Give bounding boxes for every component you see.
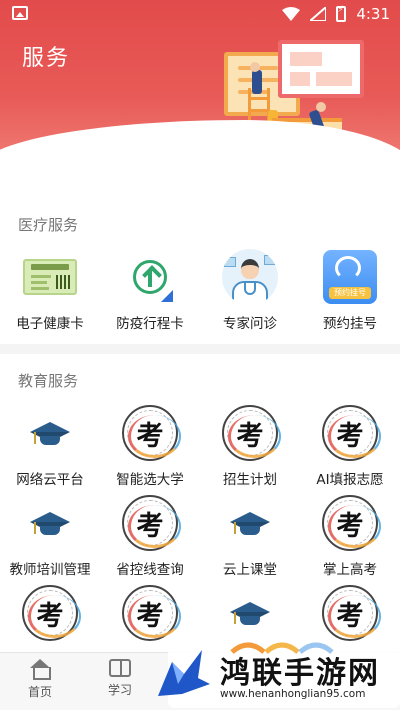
section-title-education: 教育服务 — [18, 372, 79, 390]
service-label: 防疫行程卡 — [116, 316, 184, 332]
service-mobile-gaokao[interactable]: 考 掌上高考 — [300, 494, 400, 578]
trip-card-icon — [121, 248, 179, 306]
nav-label: 学习 — [107, 683, 132, 697]
kao-seal-icon: 考 — [321, 404, 381, 462]
service-label: 省控线查询 — [116, 562, 184, 578]
kao-glyph: 考 — [136, 510, 164, 542]
doctor-consult-icon — [221, 248, 279, 306]
home-icon — [29, 659, 51, 680]
kao-seal-icon: 考 — [321, 494, 381, 552]
service-appointment[interactable]: 预约挂号 预约挂号 — [300, 248, 400, 332]
kao-glyph: 考 — [136, 420, 164, 452]
kao-seal-icon: 考 — [121, 494, 181, 552]
service-label: 云上课堂 — [223, 562, 277, 578]
page-title: 服务 — [22, 46, 71, 71]
service-label: 招生计划 — [223, 472, 277, 488]
kao-seal-icon: 考 — [221, 404, 281, 462]
section-title-medical: 医疗服务 — [18, 216, 79, 234]
kao-glyph: 考 — [136, 600, 164, 632]
status-bar: 4:31 — [0, 0, 400, 28]
service-ai-application[interactable]: 考 AI填报志愿 — [300, 404, 400, 488]
battery-icon — [336, 5, 347, 22]
appointment-icon: 预约挂号 — [321, 248, 379, 306]
service-cloud-platform[interactable]: 网络云平台 — [0, 404, 100, 488]
kao-glyph: 考 — [336, 600, 364, 632]
gallery-notification-icon — [12, 6, 28, 20]
appointment-badge: 预约挂号 — [329, 287, 371, 299]
service-label: 智能选大学 — [116, 472, 184, 488]
nav-home[interactable]: 首页 — [10, 659, 70, 700]
service-trip-card[interactable]: 防疫行程卡 — [100, 248, 200, 332]
service-control-line[interactable]: 考 省控线查询 — [100, 494, 200, 578]
graduation-cap-icon — [21, 404, 79, 462]
site-watermark: 鸿联手游网 www.henanhonglian95.com — [150, 638, 400, 710]
service-label: 教师培训管理 — [9, 562, 91, 578]
service-enrollment-plan[interactable]: 考 招生计划 — [200, 404, 300, 488]
kao-seal-icon: 考 — [121, 404, 181, 462]
watermark-bird-logo — [158, 650, 210, 696]
health-card-icon — [21, 248, 79, 306]
signal-icon — [310, 7, 327, 21]
service-label: AI填报志愿 — [316, 472, 384, 488]
service-label: 专家问诊 — [223, 316, 277, 332]
nav-label: 首页 — [27, 685, 52, 699]
service-label: 预约挂号 — [323, 316, 377, 332]
watermark-title: 鸿联手游网 — [220, 656, 380, 691]
status-time: 4:31 — [356, 5, 390, 23]
kao-glyph: 考 — [336, 510, 364, 542]
kao-seal-icon: 考 — [21, 584, 81, 642]
graduation-cap-icon — [21, 494, 79, 552]
kao-glyph: 考 — [236, 420, 264, 452]
service-smart-university[interactable]: 考 智能选大学 — [100, 404, 200, 488]
service-health-card[interactable]: 电子健康卡 — [0, 248, 100, 332]
kao-seal-icon: 考 — [121, 584, 181, 642]
service-cloud-classroom[interactable]: 云上课堂 — [200, 494, 300, 578]
kao-glyph: 考 — [36, 600, 64, 632]
service-label: 网络云平台 — [16, 472, 84, 488]
service-label: 掌上高考 — [323, 562, 377, 578]
watermark-url: www.henanhonglian95.com — [220, 688, 366, 700]
kao-seal-icon: 考 — [321, 584, 381, 642]
wifi-icon — [282, 7, 301, 21]
header-banner: 4:31 服务 — [0, 0, 400, 160]
service-teacher-training[interactable]: 教师培训管理 — [0, 494, 100, 578]
nav-study[interactable]: 学习 — [90, 659, 150, 698]
service-label: 电子健康卡 — [16, 316, 84, 332]
book-icon — [109, 659, 131, 677]
section-divider — [0, 344, 400, 354]
kao-glyph: 考 — [336, 420, 364, 452]
service-expert-consult[interactable]: 专家问诊 — [200, 248, 300, 332]
graduation-cap-icon — [221, 494, 279, 552]
graduation-cap-icon — [221, 584, 279, 642]
